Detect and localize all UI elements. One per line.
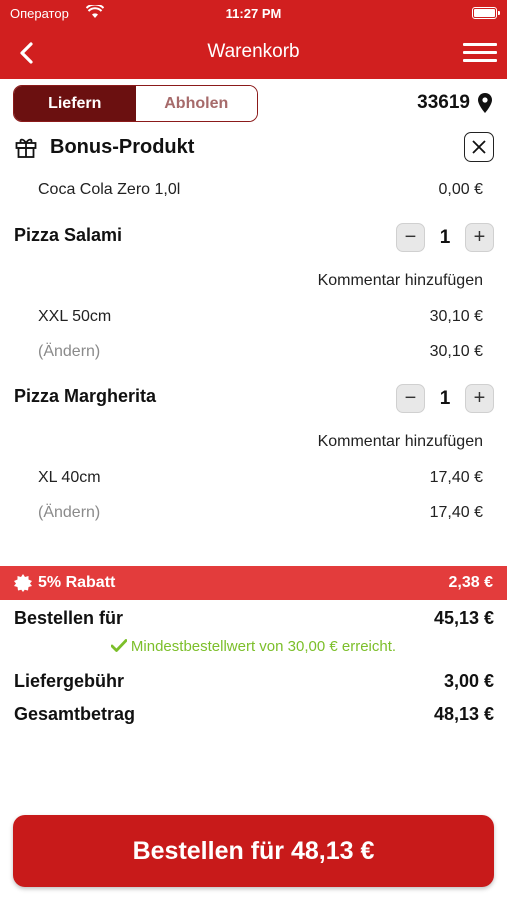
- order-subtotal-row: Bestellen für 45,13 €: [14, 608, 494, 629]
- location-pin-icon: [478, 93, 492, 113]
- remove-bonus-button[interactable]: [464, 132, 494, 162]
- total-label: Gesamtbetrag: [14, 704, 136, 724]
- close-icon: [472, 140, 486, 154]
- item-total: 17,40 €: [429, 504, 483, 521]
- gift-icon: [15, 138, 37, 158]
- change-link[interactable]: (Ändern): [38, 343, 100, 361]
- item-size-price: 30,10 €: [429, 308, 483, 325]
- quantity-value: 1: [439, 226, 451, 248]
- increase-button[interactable]: +: [465, 223, 494, 252]
- menu-line: [463, 51, 497, 54]
- discount-label: 5% Rabatt: [38, 574, 116, 591]
- item-size: XL 40cm: [38, 469, 101, 486]
- bonus-item-price: 0,00 €: [438, 181, 483, 198]
- bonus-title: Bonus-Produkt: [50, 136, 195, 158]
- item-name: Pizza Margherita: [14, 386, 157, 406]
- delivery-fee-label: Liefergebühr: [14, 671, 125, 691]
- order-subtotal-value: 45,13 €: [433, 608, 494, 628]
- tab-liefern[interactable]: Liefern: [14, 86, 136, 121]
- delivery-fee-value: 3,00 €: [443, 671, 494, 691]
- order-subtotal-label: Bestellen für: [14, 608, 124, 628]
- discount-value: 2,38 €: [448, 574, 493, 591]
- change-link[interactable]: (Ändern): [38, 504, 100, 522]
- item-total: 30,10 €: [429, 343, 483, 360]
- badge-icon: [14, 574, 32, 592]
- min-order-text: Mindestbestellwert von 30,00 € erreicht.: [130, 638, 397, 655]
- delivery-fee-row: Liefergebühr 3,00 €: [14, 671, 494, 692]
- item-name: Pizza Salami: [14, 225, 123, 245]
- place-order-button[interactable]: Bestellen für 48,13 €: [13, 815, 494, 887]
- add-comment-link[interactable]: Kommentar hinzufügen: [318, 272, 483, 290]
- status-time: 11:27 PM: [225, 6, 282, 21]
- checkmark-icon: [110, 639, 128, 652]
- quantity-stepper: − 1 +: [396, 223, 494, 252]
- quantity-stepper: − 1 +: [396, 384, 494, 413]
- zip-label: 33619: [417, 92, 470, 113]
- plus-icon: +: [473, 226, 486, 248]
- delivery-mode-toggle: Liefern Abholen: [13, 85, 258, 122]
- minus-icon: −: [404, 387, 417, 409]
- nav-bar: Warenkorb: [0, 27, 507, 79]
- menu-line: [463, 59, 497, 62]
- minus-icon: −: [404, 226, 417, 248]
- page-title: Warenkorb: [207, 41, 300, 62]
- item-size: XXL 50cm: [38, 308, 112, 325]
- zip-code[interactable]: 33619: [417, 92, 492, 114]
- decrease-button[interactable]: −: [396, 223, 425, 252]
- increase-button[interactable]: +: [465, 384, 494, 413]
- bonus-item-name: Coca Cola Zero 1,0l: [38, 181, 181, 198]
- quantity-value: 1: [439, 387, 451, 409]
- menu-line: [463, 43, 497, 46]
- battery-icon: [472, 7, 500, 19]
- plus-icon: +: [473, 387, 486, 409]
- item-size-price: 17,40 €: [429, 469, 483, 486]
- status-bar: Оператор 11:27 PM: [0, 0, 507, 27]
- discount-label-group: 5% Rabatt: [14, 574, 115, 592]
- total-value: 48,13 €: [433, 704, 494, 724]
- decrease-button[interactable]: −: [396, 384, 425, 413]
- tab-abholen[interactable]: Abholen: [135, 86, 257, 121]
- discount-bar: 5% Rabatt 2,38 €: [0, 566, 507, 600]
- total-row: Gesamtbetrag 48,13 €: [14, 704, 494, 725]
- min-order-notice: Mindestbestellwert von 30,00 € erreicht.: [0, 638, 507, 655]
- add-comment-link[interactable]: Kommentar hinzufügen: [318, 433, 483, 451]
- hamburger-menu-button[interactable]: [463, 39, 497, 67]
